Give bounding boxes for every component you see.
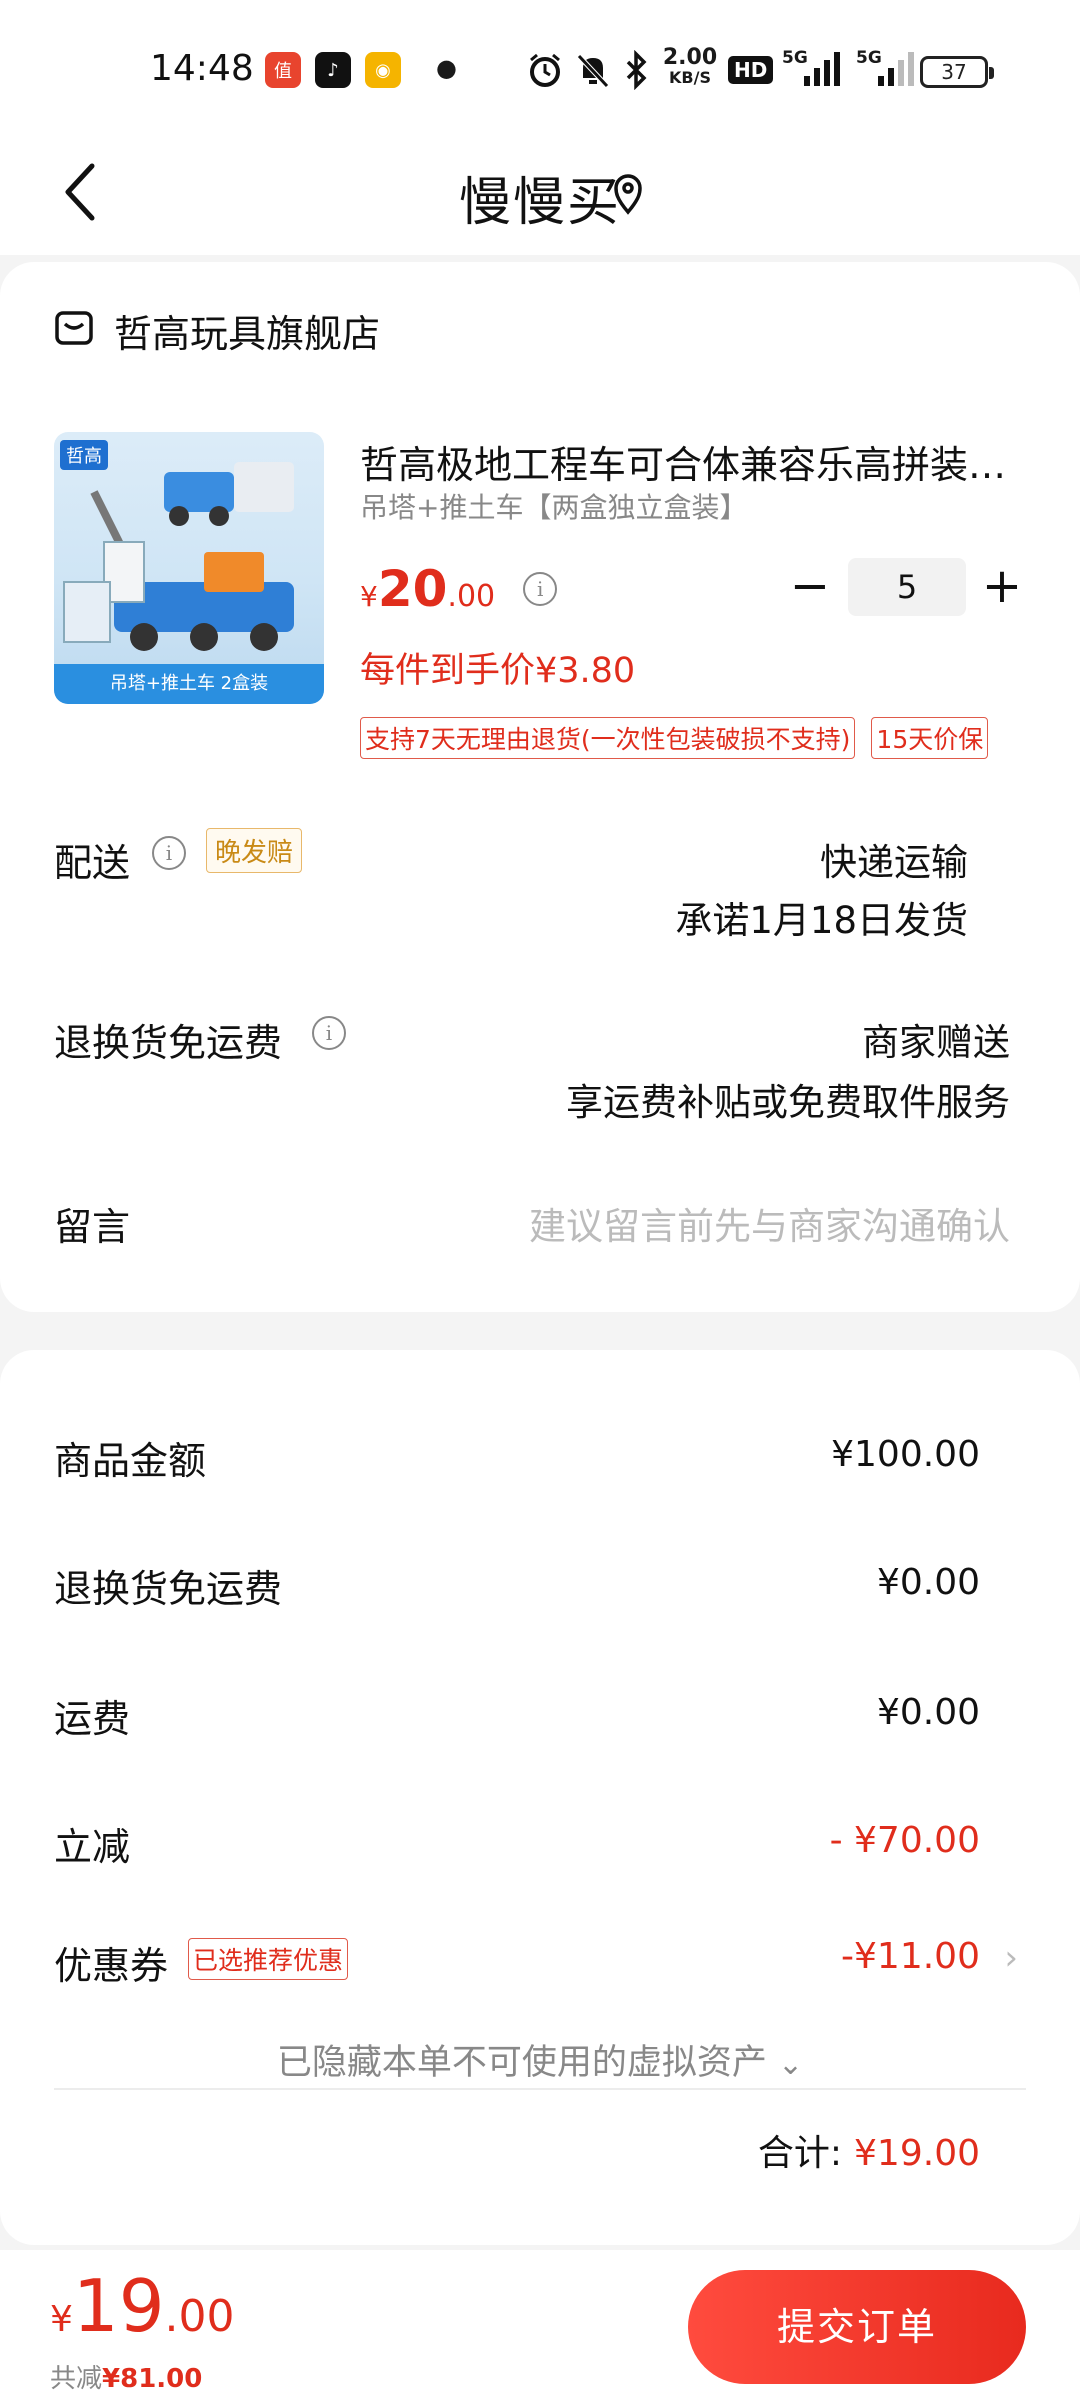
price-protection-tag: 15天价保 [871, 717, 989, 759]
return-desc: 享运费补贴或免费取件服务 [566, 1081, 1010, 1124]
hd-icon: HD [728, 56, 774, 84]
divider [54, 2088, 1026, 2090]
increase-button[interactable]: + [978, 562, 1026, 612]
message-input[interactable]: 建议留言前先与商家沟通确认 [529, 1196, 1010, 1250]
total-saved: 共减¥81.00 [50, 2364, 203, 2394]
hidden-assets-toggle[interactable]: 已隐藏本单不可使用的虚拟资产 ⌄ [0, 2034, 1080, 2085]
product-price: ¥ 20 .00 i [360, 560, 558, 618]
status-time: 14:48 [150, 48, 254, 89]
tiktok-icon: ♪ [315, 52, 351, 88]
shipping-value: ¥0.00 [876, 1692, 980, 1733]
submit-order-button[interactable]: 提交订单 [688, 2270, 1026, 2384]
product-spec[interactable]: 吊塔+推土车【两盒独立盒装】 [360, 486, 747, 526]
quantity-input[interactable]: 5 [848, 558, 966, 616]
return-gift: 商家赠送 [862, 1021, 1010, 1064]
goods-amount-value: ¥100.00 [831, 1434, 980, 1475]
checkout-price: ¥ 19 .00 [50, 2264, 235, 2348]
total-row: 合计: ¥19.00 [758, 2124, 980, 2176]
return-info-icon[interactable]: i [312, 1016, 346, 1050]
more-notifications-icon: ● [436, 54, 457, 82]
price-integer: 20 [377, 560, 448, 618]
decrease-button[interactable]: − [786, 562, 834, 612]
order-card: 哲高玩具旗舰店 哲高 吊塔+推土车 2盒装 哲高极地工程车可合体兼容乐高拼装… … [0, 262, 1080, 1312]
shipping-label: 运费 [54, 1697, 131, 1741]
product-image-caption: 吊塔+推土车 2盒装 [54, 664, 324, 704]
bluetooth-icon [620, 49, 652, 94]
delivery-label: 配送 [54, 841, 131, 885]
discount-value: - ¥70.00 [829, 1820, 980, 1861]
signal-icon-2: 5G [856, 48, 918, 94]
total-value: ¥19.00 [854, 2133, 980, 2174]
return-fee-summary-value: ¥0.00 [876, 1562, 980, 1603]
return-fee-summary-label: 退换货免运费 [54, 1567, 283, 1611]
battery-icon: 37 [920, 56, 994, 88]
location-pin-icon[interactable] [608, 162, 648, 222]
coupon-label[interactable]: 优惠券 [54, 1935, 168, 1990]
network-speed: 2.00 KB/S [662, 45, 718, 88]
delivery-promise: 承诺1月18日发货 [675, 899, 968, 942]
service-tags: 支持7天无理由退货(一次性包装破损不支持) 15天价保 [360, 717, 989, 759]
shop-name[interactable]: 哲高玩具旗舰店 [114, 303, 380, 358]
weibo-icon: ◉ [365, 52, 401, 88]
unit-price: 每件到手价¥3.80 [360, 651, 636, 691]
header: 慢慢买 [0, 130, 1080, 255]
toy-illustration [63, 462, 294, 651]
status-bar: 14:48 值 ♪ ◉ ● 2.00 KB/S HD 5G 5G 37 [0, 0, 1080, 130]
price-info-icon[interactable]: i [523, 572, 558, 606]
price-symbol: ¥ [360, 580, 378, 613]
shop-row[interactable]: 哲高玩具旗舰店 [54, 302, 380, 358]
chevron-down-icon: ⌄ [778, 2047, 804, 2082]
checkout-price-integer: 19 [72, 2264, 165, 2348]
late-compensation-badge: 晚发赔 [206, 828, 303, 873]
checkout-price-decimal: .00 [164, 2291, 235, 2342]
chevron-right-icon[interactable]: › [1004, 1938, 1018, 1978]
return-policy-tag: 支持7天无理由退货(一次性包装破损不支持) [360, 717, 856, 759]
signal-icon-1: 5G [782, 48, 844, 94]
product-image[interactable]: 哲高 吊塔+推土车 2盒装 [54, 432, 324, 704]
goods-amount-label: 商品金额 [54, 1439, 207, 1483]
message-label: 留言 [54, 1205, 131, 1249]
product-title[interactable]: 哲高极地工程车可合体兼容乐高拼装… [360, 434, 1020, 489]
delivery-method[interactable]: 快递运输 [820, 832, 968, 886]
coupon-badge: 已选推荐优惠 [188, 1938, 349, 1980]
total-label: 合计: [757, 2133, 843, 2174]
return-fee-label: 退换货免运费 [54, 1021, 283, 1065]
delivery-info-icon[interactable]: i [152, 836, 186, 870]
checkout-price-symbol: ¥ [50, 2299, 73, 2340]
checkout-bar: ¥ 19 .00 共减¥81.00 提交订单 [0, 2250, 1080, 2400]
price-decimal: .00 [447, 579, 496, 614]
discount-label: 立减 [54, 1825, 131, 1869]
page-title: 慢慢买 [458, 173, 621, 233]
coupon-value[interactable]: -¥11.00 [841, 1936, 980, 1977]
shop-icon [54, 308, 94, 352]
alarm-icon [525, 50, 565, 94]
quantity-stepper: − 5 + [786, 558, 1026, 618]
mute-icon [573, 50, 613, 94]
notification-app-icon: 值 [265, 52, 301, 88]
